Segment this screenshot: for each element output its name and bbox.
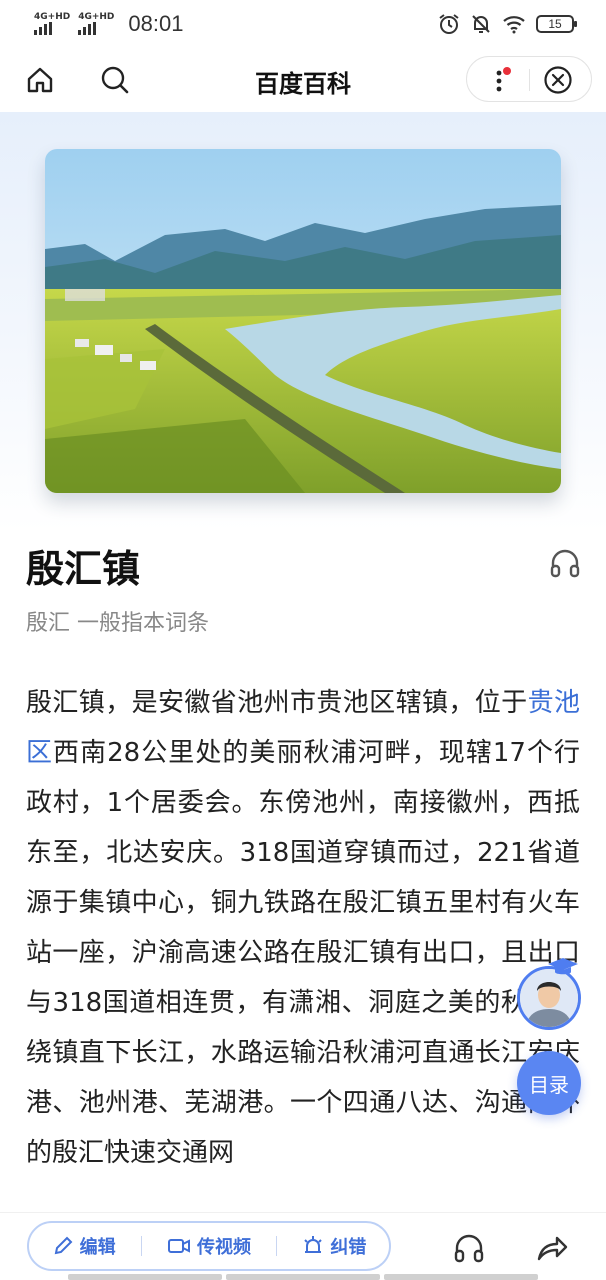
- headphones-icon[interactable]: [548, 546, 582, 580]
- wifi-icon: [503, 16, 525, 34]
- status-right: 15: [438, 13, 577, 35]
- bottom-bar: 编辑 传视频 纠错: [0, 1212, 606, 1280]
- pill-divider: [276, 1236, 278, 1256]
- upload-video-label: 传视频: [196, 1237, 251, 1258]
- battery-level: 15: [548, 17, 562, 31]
- graduation-cap-icon: [548, 958, 578, 975]
- more-icon[interactable]: [489, 67, 513, 95]
- pencil-icon: [54, 1236, 73, 1255]
- body-text-start: 殷汇镇，是安徽省池州市贵池区辖镇，位于: [26, 688, 528, 718]
- alert-bell-icon: [304, 1236, 323, 1253]
- signal-1-label: 4G+HD: [34, 12, 71, 22]
- edit-button[interactable]: 编辑: [52, 1233, 116, 1259]
- signal-1-icon: 4G+HD: [34, 13, 70, 35]
- article-subtitle: 殷汇 一般指本词条: [26, 611, 209, 636]
- notification-dot: [503, 67, 511, 75]
- correct-error-button[interactable]: 纠错: [302, 1233, 366, 1259]
- status-bar: 4G+HD 4G+HD 08:01 15: [0, 0, 606, 48]
- mute-bell-icon: [472, 15, 490, 33]
- edit-actions-pill: 编辑 传视频 纠错: [27, 1221, 391, 1271]
- table-of-contents-button[interactable]: 目录: [517, 1051, 581, 1115]
- home-indicator: [68, 1274, 538, 1280]
- article-title: 殷汇镇: [26, 547, 141, 591]
- article-body: 殷汇镇，是安徽省池州市贵池区辖镇，位于贵池区西南28公里处的美丽秋浦河畔，现辖1…: [26, 678, 580, 1212]
- signal-2-icon: 4G+HD: [78, 13, 114, 35]
- edit-label: 编辑: [79, 1237, 116, 1258]
- hero-image[interactable]: [45, 149, 561, 493]
- capsule-divider: [529, 69, 530, 91]
- mini-program-capsule: [466, 56, 592, 102]
- nav-bar: 百度百科: [0, 48, 606, 112]
- body-text-rest: 西南28公里处的美丽秋浦河畔，现辖17个行政村，1个居委会。东傍池州，南接徽州，…: [26, 738, 580, 1168]
- close-icon[interactable]: [543, 65, 573, 95]
- status-time: 08:01: [128, 11, 184, 36]
- pill-divider: [140, 1236, 142, 1256]
- listen-headphones-icon[interactable]: [452, 1231, 486, 1265]
- correct-error-label: 纠错: [330, 1237, 367, 1258]
- share-icon[interactable]: [535, 1231, 569, 1265]
- status-left: 4G+HD 4G+HD 08:01: [34, 11, 183, 37]
- alarm-icon: [439, 14, 459, 34]
- upload-video-button[interactable]: 传视频: [167, 1233, 251, 1259]
- battery-icon: 15: [536, 15, 577, 33]
- video-camera-icon: [167, 1239, 190, 1253]
- signal-2-label: 4G+HD: [78, 12, 115, 22]
